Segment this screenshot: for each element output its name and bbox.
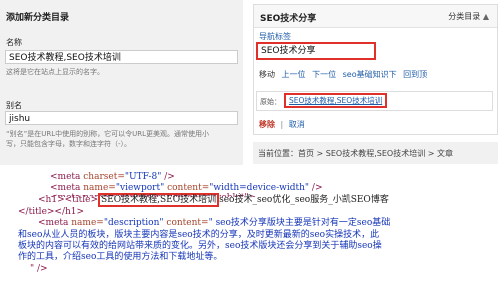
collapse-arrow-icon[interactable]: ▲ [483,12,489,21]
move-under-link[interactable]: seo基础知识下 [343,70,397,79]
menu-item-header[interactable]: SEO技术分享 分类目录 ▲ [254,5,497,28]
original-link[interactable]: SEO技术教程,SEO技术培训 [284,93,388,108]
move-label: 移动 [259,70,275,79]
name-label: 名称 [6,38,22,47]
alias-hint-line-1: “别名”是在URL中使用的别称，它可以令URL更美观。通常使用小 [6,130,210,138]
breadcrumb-text: 当前位置：首页 > SEO技术教程,SEO技术培训 > 文章 [258,149,453,158]
panel-title: 添加新分类目录 [6,13,70,23]
menu-item-title: SEO技术分享 [260,14,317,24]
alias-field[interactable]: jishu [5,111,238,125]
code-line-desc-close: " /> [30,264,48,274]
html-source-snippet: <meta charset="UTF-8" /> <meta name="vie… [0,172,500,290]
action-row: 移除 | 取消 [259,119,305,130]
code-line-charset: <meta charset="UTF-8" /> [50,172,175,182]
alias-label: 别名 [6,101,22,110]
code-line-title-close: </title></h1> [18,207,85,217]
code-line-title: <h1><title> SEO技术教程,SEO技术培训 seo技术_seo优化_se… [38,193,389,207]
code-line-desc-3: 板块的内容可以有效的给网站带来质的变化。另外，seo技术版块还会分享到关于辅助s… [18,241,382,251]
action-separator: | [280,120,284,129]
menu-item-type: 分类目录 ▲ [448,11,489,22]
title-highlight: SEO技术教程,SEO技术培训 [98,193,220,207]
alias-hint-line-2: 写，只能包含字母，数字和连字符（-）。 [6,140,132,148]
move-down-link[interactable]: 下一位 [312,70,336,79]
move-up-link[interactable]: 上一位 [282,70,306,79]
move-top-link[interactable]: 回到顶 [403,70,427,79]
nav-label: 导航标签 [259,32,291,41]
remove-link[interactable]: 移除 [259,120,275,129]
code-line-desc-2: 和seo从业人员的板块，版块主要内容是seo技术的分享，及时更新最新的seo实操… [18,230,380,240]
cancel-link[interactable]: 取消 [289,120,305,129]
menu-item-type-label: 分类目录 [448,12,481,21]
original-row: 原始： SEO技术教程,SEO技术培训 [256,91,493,111]
original-label: 原始： [260,98,281,106]
breadcrumb: 当前位置：首页 > SEO技术教程,SEO技术培训 > 文章 [253,142,498,164]
name-field[interactable]: SEO技术教程,SEO技术培训 [5,50,238,64]
menu-item-panel: SEO技术分享 分类目录 ▲ 导航标签 SEO技术分享 移动 上一位 下一位 s… [253,4,498,135]
add-category-panel: 添加新分类目录 名称 SEO技术教程,SEO技术培训 这将是它在站点上显示的名字… [0,0,243,165]
move-row: 移动 上一位 下一位 seo基础知识下 回到顶 [259,69,427,80]
nav-label-field[interactable]: SEO技术分享 [256,42,376,60]
code-line-description: <meta name="description" content=" seo技术… [38,218,391,228]
code-line-desc-4: 作的工具，介绍seo工具的使用方法和下载地址等。 [18,252,223,262]
name-hint: 这将是它在站点上显示的名字。 [6,68,104,76]
